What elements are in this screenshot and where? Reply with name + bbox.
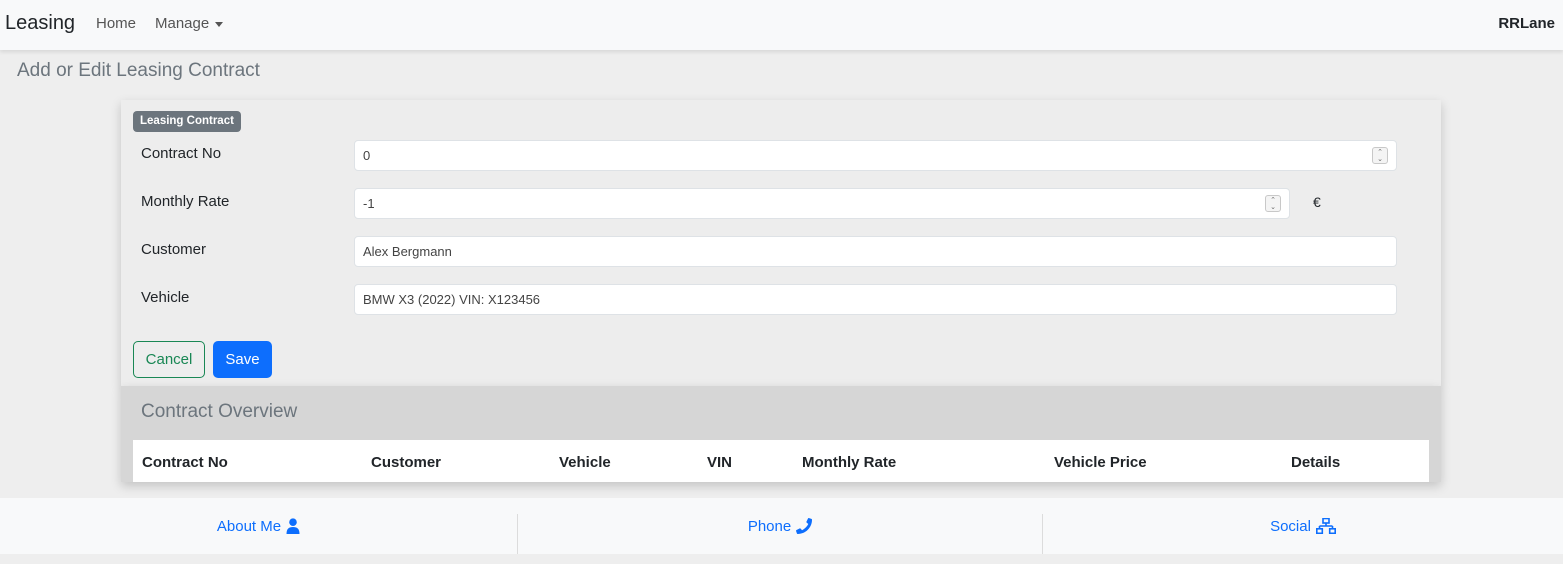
column-header-vehicle-price[interactable]: Vehicle Price (1054, 454, 1147, 471)
cancel-button[interactable]: Cancel (133, 341, 205, 378)
vehicle-input[interactable]: BMW X3 (2022) VIN: X123456 (354, 284, 1397, 315)
chevron-down-icon (215, 22, 224, 27)
vehicle-label: Vehicle (141, 289, 190, 306)
footer-social-label: Social (1270, 517, 1311, 535)
customer-label: Customer (141, 241, 207, 258)
footer: About Me Phone Social (0, 498, 1563, 554)
nav-user-name[interactable]: RRLane (1498, 15, 1555, 32)
nav-home-link[interactable]: Home (96, 15, 136, 32)
column-header-details[interactable]: Details (1291, 454, 1340, 471)
column-header-vehicle[interactable]: Vehicle (559, 454, 611, 471)
column-header-customer[interactable]: Customer (371, 454, 441, 471)
column-header-vin[interactable]: VIN (707, 454, 732, 471)
currency-unit: € (1313, 194, 1321, 210)
save-button[interactable]: Save (213, 341, 272, 378)
network-icon (1315, 518, 1336, 534)
form-badge: Leasing Contract (133, 111, 241, 132)
contract-no-input[interactable]: 0 ⌃ ⌄ (354, 140, 1397, 171)
footer-social-link[interactable]: Social (1043, 498, 1563, 554)
contract-no-value: 0 (363, 148, 371, 163)
nav-manage-dropdown[interactable]: Manage (155, 15, 224, 32)
monthly-rate-value: -1 (363, 196, 375, 211)
column-header-monthly-rate[interactable]: Monthly Rate (802, 454, 896, 471)
footer-phone-link[interactable]: Phone (518, 498, 1042, 554)
navbar-brand[interactable]: Leasing (5, 12, 75, 35)
top-navbar: Leasing Home Manage RRLane (0, 0, 1563, 50)
contract-overview-panel: Contract Overview Contract No Customer V… (121, 386, 1441, 482)
column-header-contract-no[interactable]: Contract No (142, 454, 228, 471)
phone-icon (796, 518, 813, 534)
monthly-rate-label: Monthly Rate (141, 193, 230, 210)
nav-manage-label: Manage (155, 15, 210, 32)
page-title: Add or Edit Leasing Contract (17, 60, 260, 81)
monthly-rate-input[interactable]: -1 ⌃ ⌄ (354, 188, 1290, 219)
overview-table-header: Contract No Customer Vehicle VIN Monthly… (133, 440, 1429, 482)
contract-no-label: Contract No (141, 145, 222, 162)
contract-form-card: Leasing Contract Contract No 0 ⌃ ⌄ Monthl… (121, 100, 1441, 386)
number-spinner-icon[interactable]: ⌃ ⌄ (1372, 147, 1388, 164)
number-spinner-icon[interactable]: ⌃ ⌄ (1265, 195, 1281, 212)
overview-title: Contract Overview (141, 401, 298, 422)
user-icon (286, 518, 300, 534)
footer-about-label: About Me (216, 517, 282, 535)
footer-phone-label: Phone (747, 517, 792, 535)
customer-input[interactable]: Alex Bergmann (354, 236, 1397, 267)
customer-value: Alex Bergmann (363, 244, 452, 259)
vehicle-value: BMW X3 (2022) VIN: X123456 (363, 292, 541, 307)
footer-about-link[interactable]: About Me (0, 498, 517, 554)
